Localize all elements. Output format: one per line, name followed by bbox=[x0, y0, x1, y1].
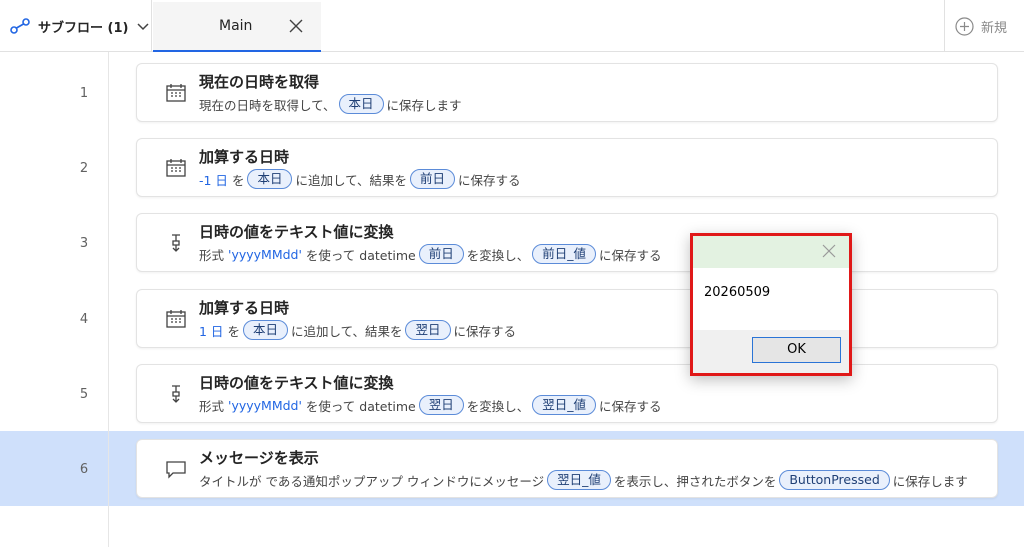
desc-text: を使って datetime bbox=[305, 398, 416, 414]
action-card-selected[interactable]: メッセージを表示 タイトルが である通知ポップアップ ウィンドウにメッセージ 翌… bbox=[136, 439, 998, 498]
action-card[interactable]: 日時の値をテキスト値に変換 形式 'yyyyMMdd' を使って datetim… bbox=[136, 213, 998, 272]
variable-pill[interactable]: 翌日 bbox=[418, 395, 464, 415]
action-description: タイトルが である通知ポップアップ ウィンドウにメッセージ 翌日_値 を表示し、… bbox=[199, 470, 968, 490]
subflow-dropdown[interactable]: サブフロー (1) bbox=[0, 0, 152, 52]
action-card[interactable]: 加算する日時 -1 日 を 本日 に追加して、結果を 前日 に保存する bbox=[136, 138, 998, 197]
ok-button-label: OK bbox=[787, 342, 806, 357]
action-title: 日時の値をテキスト値に変換 bbox=[199, 223, 394, 241]
desc-text: タイトルが である通知ポップアップ ウィンドウにメッセージ bbox=[199, 473, 545, 489]
chevron-down-icon bbox=[137, 23, 149, 31]
desc-text: に保存する bbox=[599, 398, 662, 414]
variable-pill[interactable]: 本日 bbox=[338, 94, 384, 114]
variable-pill[interactable]: 前日 bbox=[418, 244, 464, 264]
action-title: 加算する日時 bbox=[199, 299, 290, 317]
dialog-message: 20260509 bbox=[704, 285, 771, 300]
desc-text: に保存する bbox=[599, 247, 662, 263]
action-title: 現在の日時を取得 bbox=[199, 73, 320, 91]
value-text: 'yyyyMMdd' bbox=[228, 397, 302, 413]
desc-text: に保存します bbox=[386, 97, 462, 113]
row-number: 6 bbox=[79, 462, 89, 477]
dialog-body: 20260509 bbox=[693, 268, 849, 330]
desc-text: 形式 bbox=[199, 398, 225, 414]
desc-text: 現在の日時を取得して、 bbox=[199, 97, 336, 113]
action-card[interactable]: 日時の値をテキスト値に変換 形式 'yyyyMMdd' を使って datetim… bbox=[136, 364, 998, 423]
action-description: 形式 'yyyyMMdd' を使って datetime 翌日 を変換し、 翌日_… bbox=[199, 395, 662, 415]
row-number: 4 bbox=[79, 312, 89, 327]
action-description: -1 日 を 本日 に追加して、結果を 前日 に保存する bbox=[199, 169, 521, 189]
close-icon[interactable] bbox=[822, 244, 836, 258]
tab-main[interactable]: Main bbox=[153, 2, 321, 52]
desc-text: に保存します bbox=[892, 473, 968, 489]
desc-text: を変換し、 bbox=[466, 247, 530, 263]
row-number: 2 bbox=[79, 161, 89, 176]
subflow-icon bbox=[10, 18, 30, 34]
variable-pill[interactable]: 前日 bbox=[409, 169, 455, 189]
calendar-icon bbox=[166, 84, 186, 102]
desc-text: を変換し、 bbox=[466, 398, 530, 414]
value-text: 1 日 bbox=[199, 323, 224, 339]
action-title: 日時の値をテキスト値に変換 bbox=[199, 374, 394, 392]
add-circle-icon bbox=[955, 16, 974, 36]
convert-icon bbox=[172, 385, 180, 403]
dialog-title-bar bbox=[693, 236, 849, 268]
desc-text: を使って datetime bbox=[305, 247, 416, 263]
action-title: 加算する日時 bbox=[199, 148, 290, 166]
variable-pill[interactable]: 本日 bbox=[247, 169, 293, 189]
action-description: 現在の日時を取得して、 本日 に保存します bbox=[199, 94, 462, 114]
variable-pill[interactable]: 翌日 bbox=[405, 320, 451, 340]
desc-text: を bbox=[227, 323, 240, 339]
gutter-divider bbox=[108, 52, 109, 547]
close-icon[interactable] bbox=[289, 19, 303, 33]
value-text: 'yyyyMMdd' bbox=[228, 246, 302, 262]
action-title: メッセージを表示 bbox=[199, 449, 319, 467]
action-card[interactable]: 現在の日時を取得 現在の日時を取得して、 本日 に保存します bbox=[136, 63, 998, 122]
desc-text: に追加して、結果を bbox=[295, 172, 407, 188]
ok-button[interactable]: OK bbox=[752, 337, 841, 363]
desc-text: を表示し、押されたボタンを bbox=[613, 473, 777, 489]
desc-text: に追加して、結果を bbox=[290, 323, 403, 339]
action-description: 形式 'yyyyMMdd' を使って datetime 前日 を変換し、 前日_… bbox=[199, 244, 662, 264]
desc-text: に保存する bbox=[458, 172, 521, 188]
variable-pill[interactable]: 翌日_値 bbox=[547, 470, 611, 490]
tab-main-label: Main bbox=[219, 18, 253, 34]
desc-text: 形式 bbox=[199, 247, 225, 263]
message-icon bbox=[166, 461, 186, 479]
convert-icon bbox=[172, 234, 180, 252]
message-box-dialog: 20260509 OK bbox=[690, 233, 852, 376]
desc-text: を bbox=[231, 172, 245, 188]
calendar-icon bbox=[166, 310, 186, 328]
desc-text: に保存する bbox=[453, 323, 517, 339]
action-description: 1 日 を 本日 に追加して、結果を 翌日 に保存する bbox=[199, 320, 516, 340]
subflow-label: サブフロー (1) bbox=[38, 20, 129, 36]
new-subflow-button[interactable]: 新規 bbox=[944, 0, 1024, 52]
variable-pill[interactable]: 前日_値 bbox=[532, 244, 596, 264]
new-label: 新規 bbox=[981, 20, 1008, 36]
variable-pill[interactable]: ButtonPressed bbox=[779, 470, 890, 490]
row-number: 5 bbox=[79, 387, 89, 402]
value-text: -1 日 bbox=[199, 172, 228, 188]
row-number: 3 bbox=[79, 236, 89, 251]
row-number: 1 bbox=[79, 86, 89, 101]
variable-pill[interactable]: 翌日_値 bbox=[532, 395, 596, 415]
tab-bar: サブフロー (1) Main 新規 bbox=[0, 0, 1024, 52]
variable-pill[interactable]: 本日 bbox=[242, 320, 288, 340]
calendar-icon bbox=[166, 159, 186, 177]
action-card[interactable]: 加算する日時 1 日 を 本日 に追加して、結果を 翌日 に保存する bbox=[136, 289, 998, 348]
